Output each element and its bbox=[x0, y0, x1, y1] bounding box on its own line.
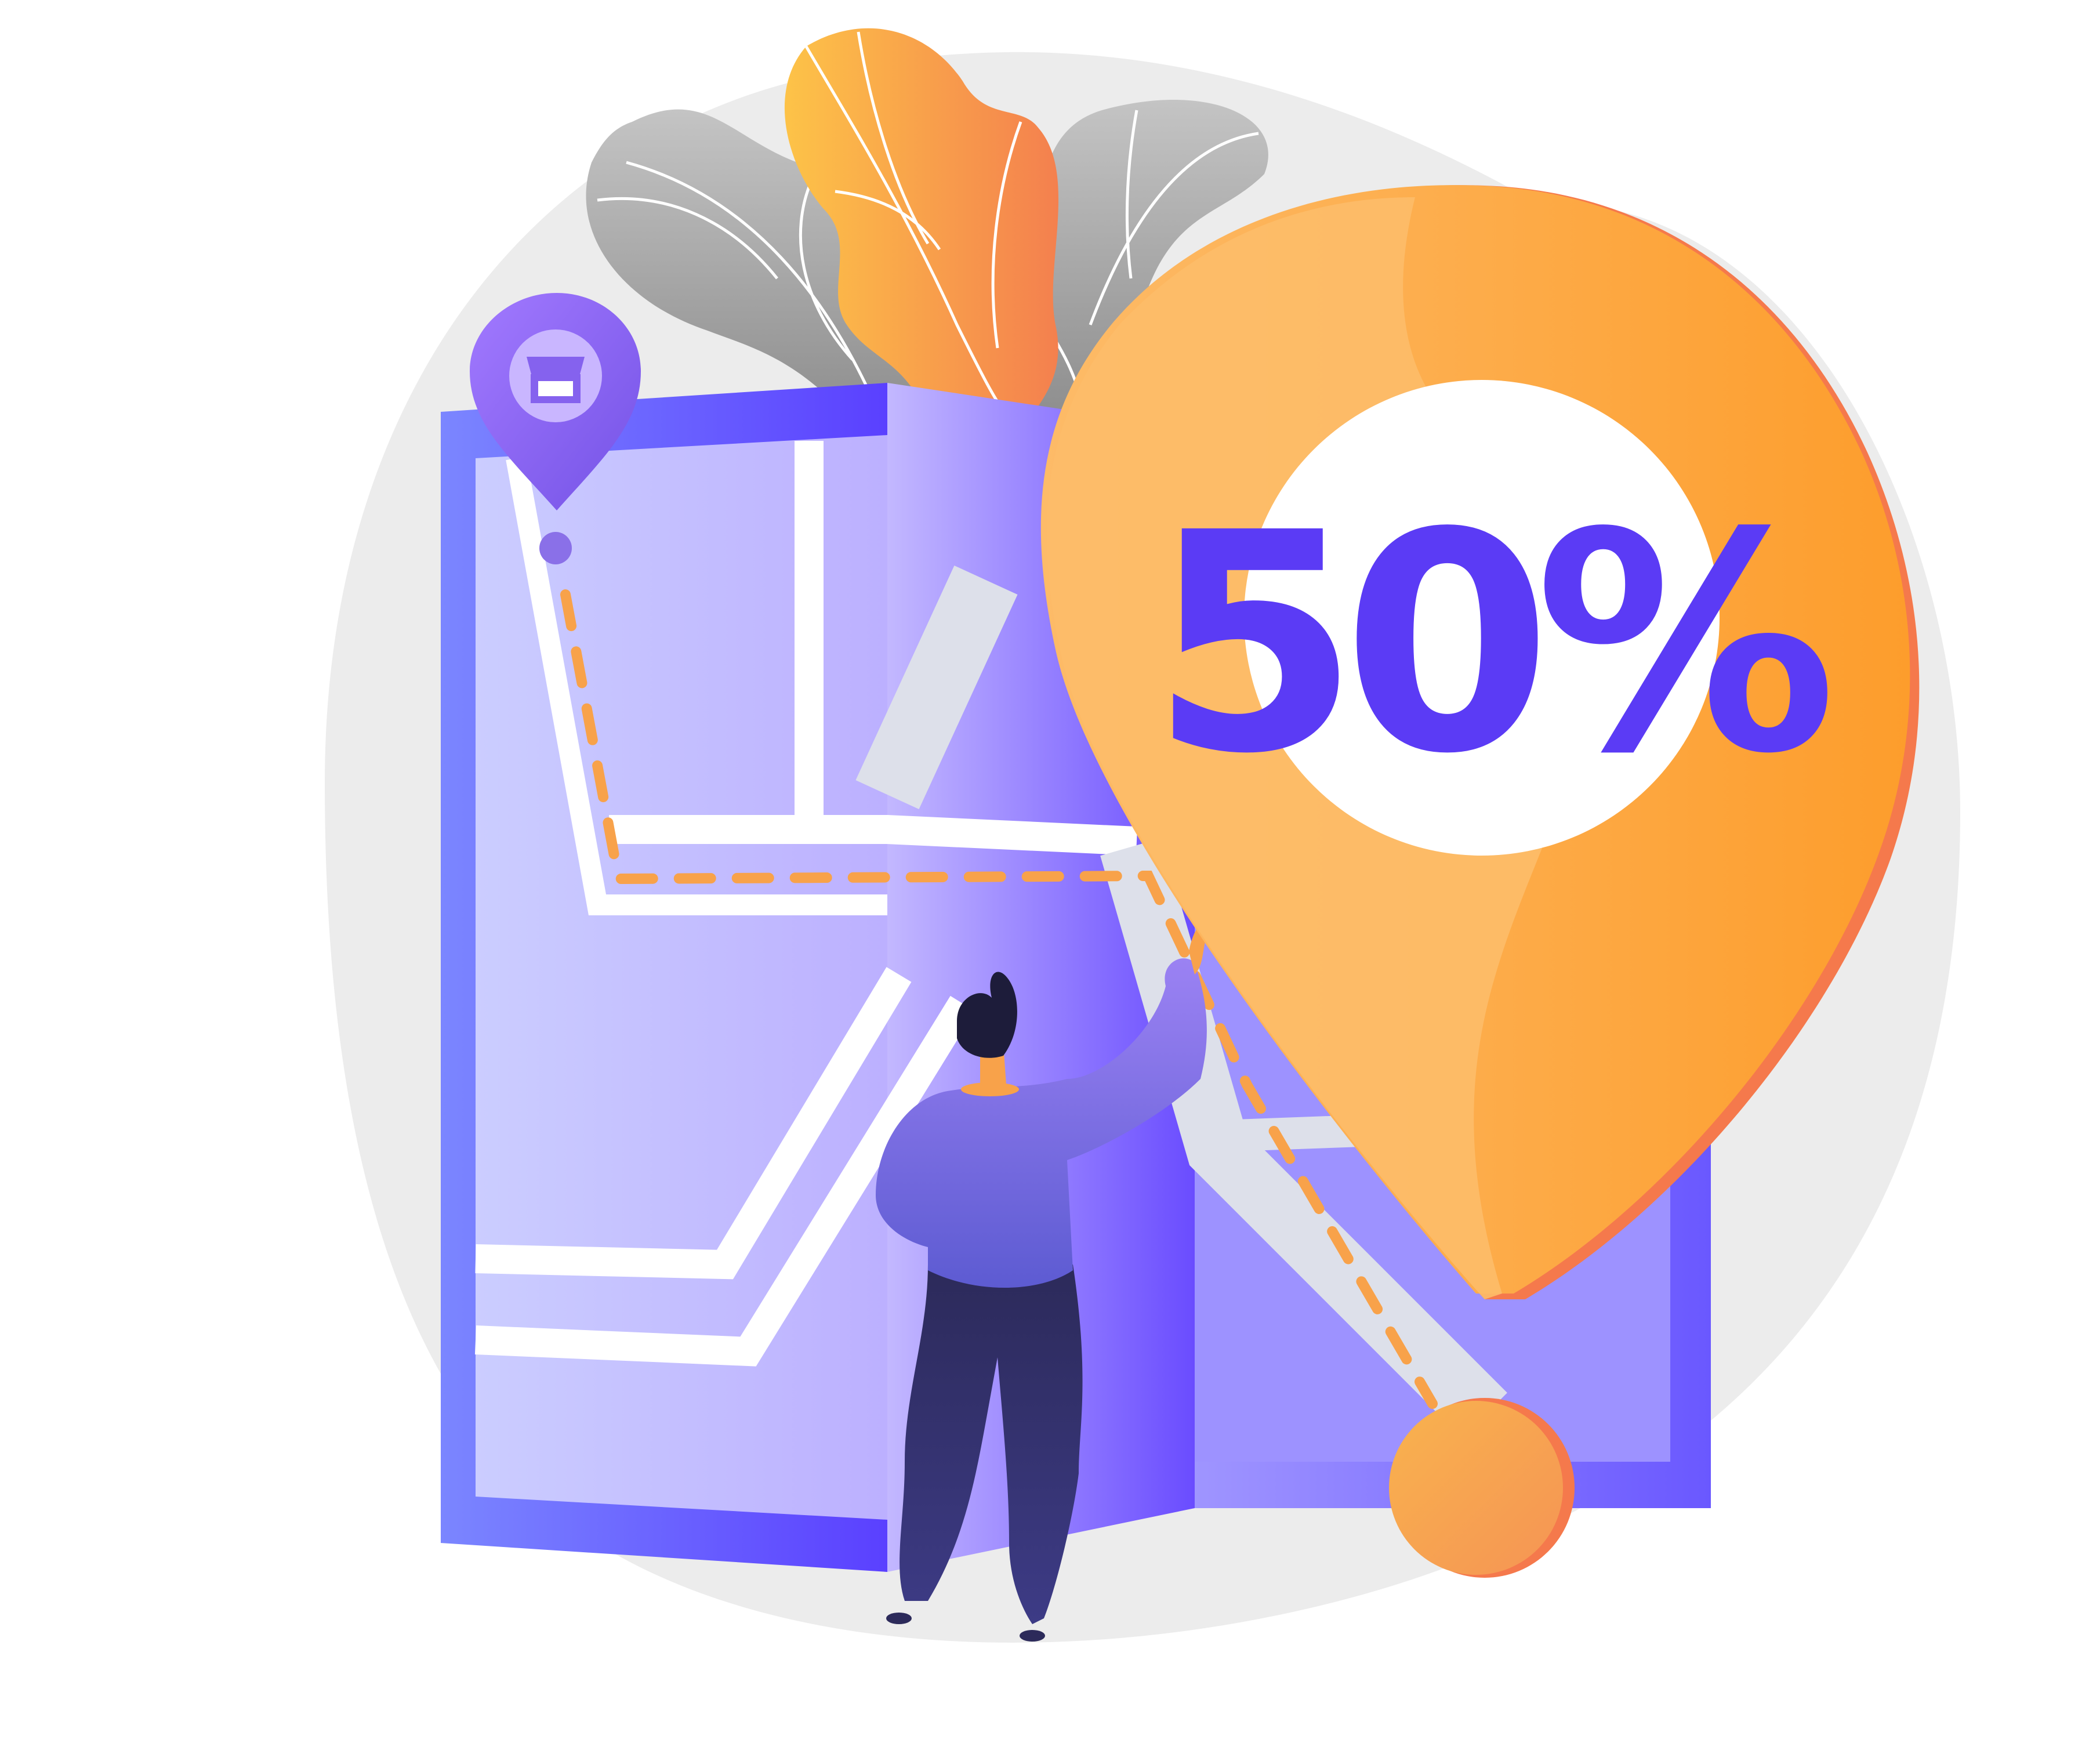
discount-label: 50% bbox=[1150, 468, 1832, 820]
store-icon bbox=[527, 357, 585, 403]
discount-map-illustration: 50% bbox=[325, 28, 1960, 1643]
destination-ball bbox=[1389, 1398, 1575, 1578]
